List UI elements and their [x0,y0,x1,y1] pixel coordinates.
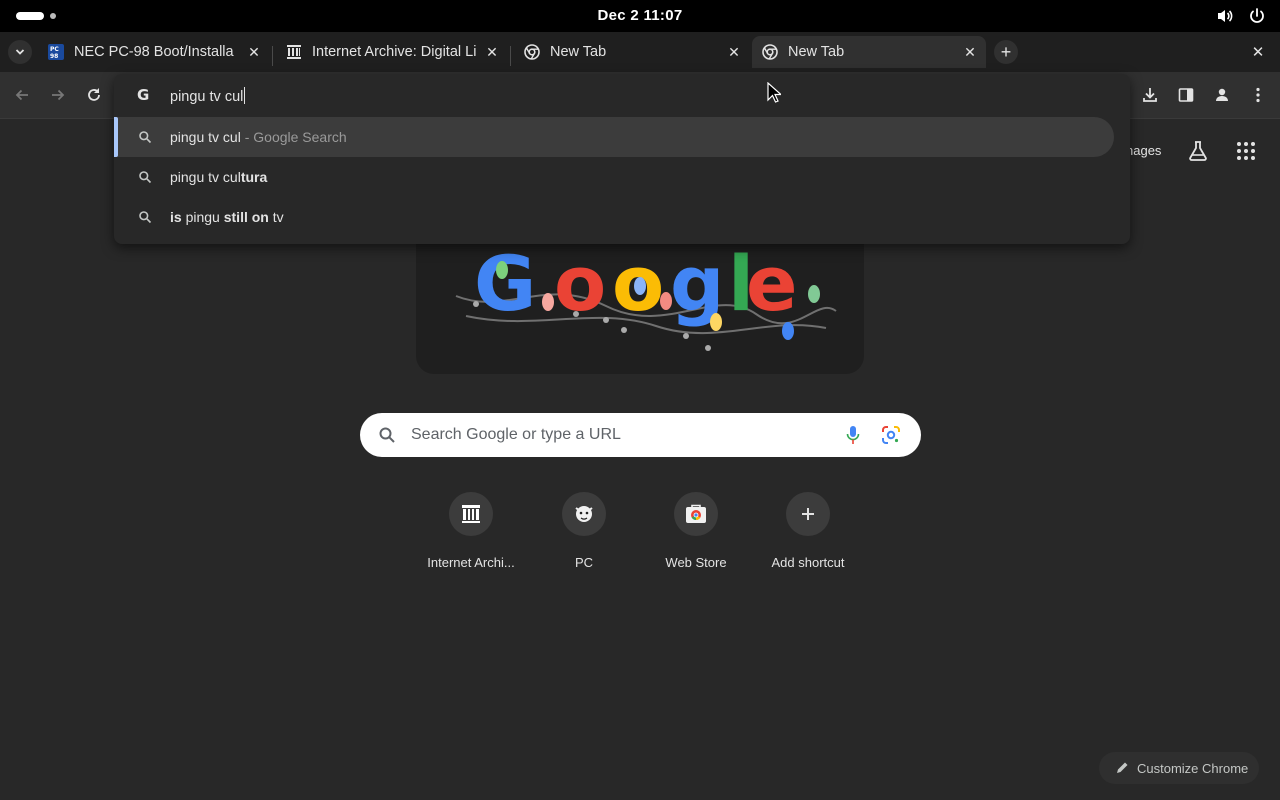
pc98-icon [575,506,593,522]
close-icon: ✕ [1251,44,1265,61]
svg-text:e: e [746,239,798,328]
text-caret [244,87,246,104]
svg-text:o: o [554,239,606,328]
shortcut-web-store[interactable]: Web Store [640,492,752,582]
google-doodle[interactable]: G o o g l e [416,236,864,374]
omnibox-suggestion[interactable]: is pingu still on tv [114,197,1114,237]
system-clock[interactable]: Dec 2 11:07 [0,7,1280,24]
volume-icon[interactable] [1216,7,1234,25]
shortcut-tile [786,492,830,536]
power-icon[interactable] [1248,7,1266,25]
omnibox-suggestion[interactable]: pingu tv cultura [114,157,1114,197]
forward-button[interactable] [46,83,70,107]
plus-icon [802,508,814,520]
search-icon [139,211,152,224]
search-placeholder: Search Google or type a URL [411,426,621,443]
ntp-search-box[interactable]: Search Google or type a URL [360,413,921,457]
shortcut-pc[interactable]: PC [528,492,640,582]
shortcut-tile [562,492,606,536]
tab-title: New Tab [788,44,845,60]
chrome-favicon [524,44,540,60]
google-apps-icon[interactable] [1235,140,1257,162]
search-icon [139,131,152,144]
archive-favicon [286,44,302,60]
tab-close-icon[interactable]: ✕ [724,42,744,62]
shortcut-label: PC [574,555,594,570]
profile-button[interactable] [1210,83,1234,107]
back-button[interactable] [10,83,34,107]
side-panel-icon [1178,88,1194,102]
search-icon [379,427,395,443]
side-panel-button[interactable] [1174,83,1198,107]
labs-icon[interactable] [1186,139,1210,163]
suggestion-text: pingu tv cul - Google Search [170,129,347,145]
shortcut-tile [449,492,493,536]
webstore-icon [686,504,706,523]
omnibox-suggestion[interactable]: pingu tv cul - Google Search [114,117,1114,157]
pencil-icon [1117,762,1128,773]
person-icon [1216,88,1228,101]
reload-button[interactable] [82,83,106,107]
chrome-favicon [762,44,778,60]
shortcut-internet-archive[interactable]: Internet Archi... [415,492,527,582]
customize-chrome-button[interactable]: Customize Chrome [1099,752,1259,784]
google-g-icon: G [137,86,149,102]
svg-text:G: G [474,239,536,328]
downloads-button[interactable] [1138,83,1162,107]
images-link[interactable]: nages [1126,143,1161,158]
tab-strip: PC 98 NEC PC-98 Boot/Installa ✕ Internet … [0,32,1280,72]
arrow-right-icon [52,89,65,101]
voice-search-icon[interactable] [846,425,860,445]
download-icon [1143,88,1157,102]
svg-text:98: 98 [50,53,58,60]
plus-icon: + [1000,41,1012,62]
tab-divider [272,46,273,66]
pc98-favicon: PC 98 [48,44,64,60]
chevron-down-icon [15,49,25,55]
menu-button[interactable] [1246,83,1270,107]
arrow-left-icon [15,89,28,101]
system-top-bar: Dec 2 11:07 [0,0,1280,32]
shortcut-label: Add shortcut [771,555,845,570]
svg-text:PC: PC [50,46,59,53]
tab-new-tab-active[interactable]: New Tab ✕ [752,36,986,68]
tab-title: NEC PC-98 Boot/Installa [74,44,234,60]
svg-text:G: G [137,86,149,102]
new-tab-button[interactable]: + [994,40,1018,64]
suggestion-text: pingu tv cultura [170,169,268,185]
address-bar[interactable]: G pingu tv cul [114,74,1130,116]
google-doodle-logo: G o o g l e [455,239,837,351]
tab-new-tab-1[interactable]: New Tab ✕ [514,36,750,68]
tab-nec-pc98[interactable]: PC 98 NEC PC-98 Boot/Installa ✕ [38,36,270,68]
omnibox-popup: G pingu tv cul pingu tv cul - Google Sea… [114,74,1130,244]
tab-close-icon[interactable]: ✕ [960,42,980,62]
tab-title: New Tab [550,44,607,60]
customize-chrome-label: Customize Chrome [1137,760,1249,776]
tab-search-button[interactable] [8,40,32,64]
shortcut-tile [674,492,718,536]
search-icon [139,171,152,184]
google-lens-icon[interactable] [881,425,901,445]
add-shortcut-button[interactable]: Add shortcut [752,492,864,582]
mouse-cursor-icon [767,82,781,103]
tab-internet-archive[interactable]: Internet Archive: Digital Li ✕ [276,36,508,68]
tab-divider [510,46,511,66]
suggestion-text: is pingu still on tv [170,209,284,225]
tab-close-icon[interactable]: ✕ [482,42,502,62]
tab-title: Internet Archive: Digital Li [312,44,477,60]
reload-icon [88,88,100,101]
tab-close-icon[interactable]: ✕ [244,42,264,62]
shortcut-label: Web Store [665,555,727,570]
window-close-button[interactable]: ✕ [1248,42,1268,62]
archive-icon [462,505,480,523]
address-bar-input[interactable]: pingu tv cul [170,87,246,105]
shortcut-label: Internet Archi... [427,555,515,570]
more-vert-icon [1256,87,1260,103]
